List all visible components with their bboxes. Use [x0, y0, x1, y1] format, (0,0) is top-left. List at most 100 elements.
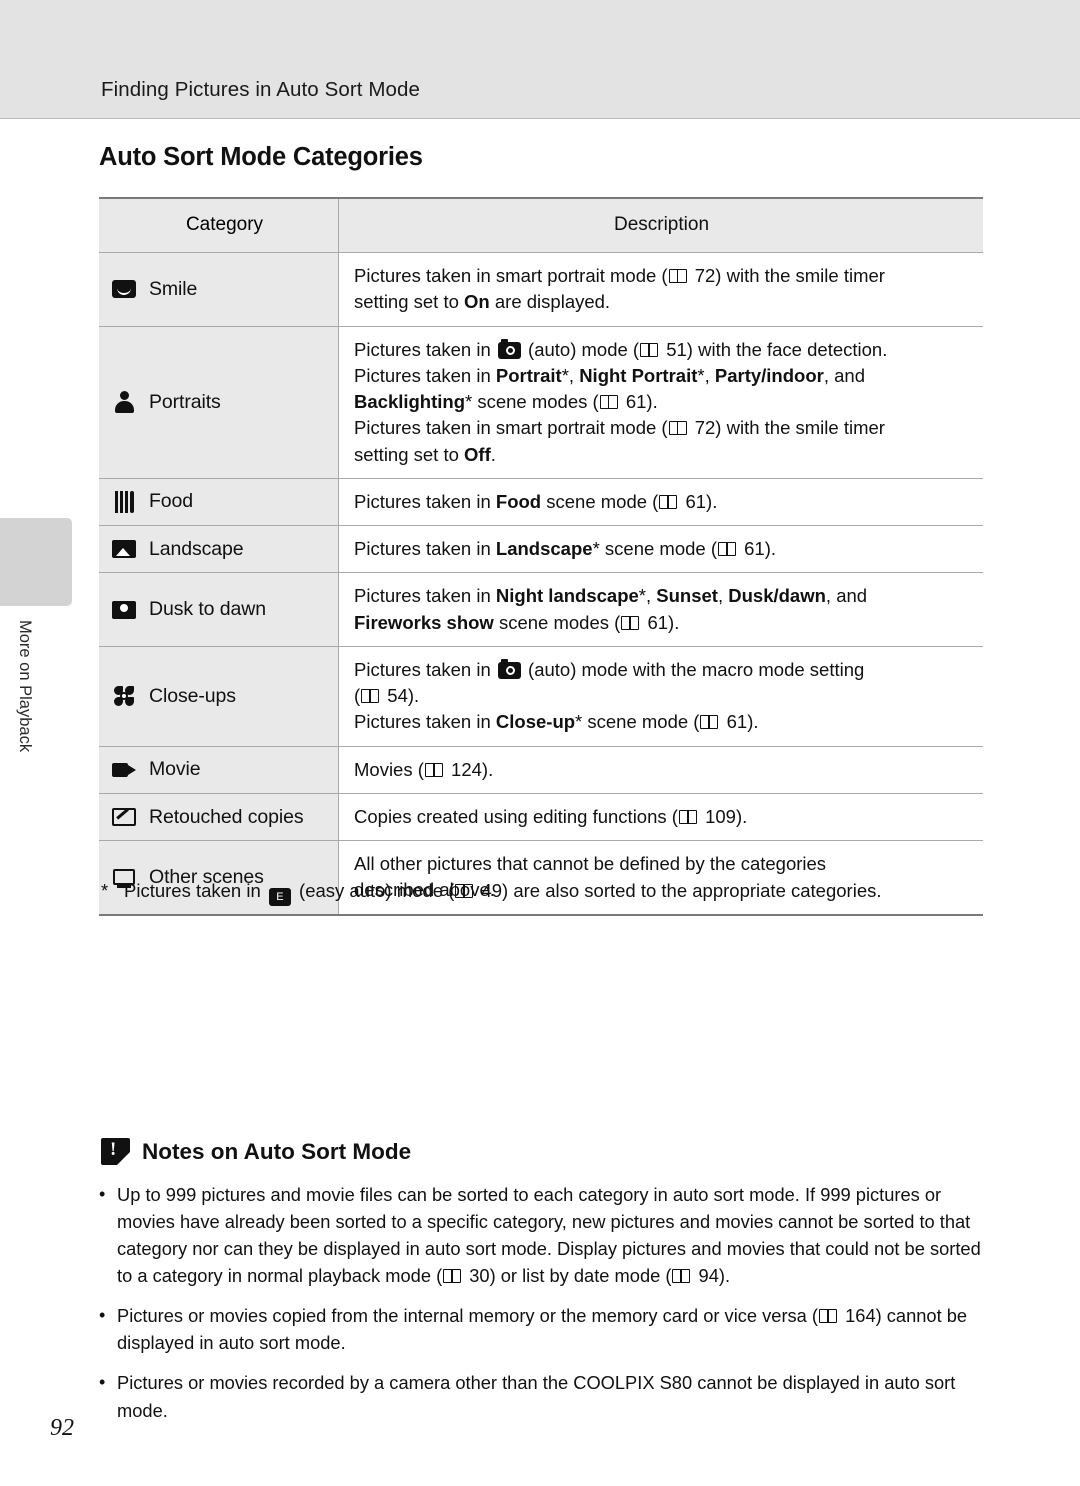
emphasis-text: On	[464, 291, 490, 313]
table-row: Food Pictures taken in Food scene mode ( …	[99, 478, 983, 527]
bullet-marker: •	[99, 1184, 106, 1204]
table-cell-category: Movie	[99, 746, 339, 793]
document-page: Finding Pictures in Auto Sort Mode More …	[0, 0, 1080, 1486]
page-number: 92	[50, 1415, 74, 1441]
description-line: Pictures taken in smart portrait mode ( …	[354, 417, 885, 439]
description-line: Copies created using editing functions (…	[354, 805, 748, 827]
caution-icon	[101, 1138, 130, 1165]
side-tab-label: More on Playback	[16, 620, 34, 753]
landscape-icon	[111, 537, 137, 561]
note-bullet: • Up to 999 pictures and movie files can …	[99, 1181, 989, 1289]
description-line: Fireworks show scene modes ( 61).	[354, 611, 680, 633]
table-row: Movie Movies ( 124).	[99, 746, 983, 794]
food-icon	[111, 490, 137, 514]
book-icon	[819, 1309, 838, 1324]
table-row: Portraits Pictures taken in (auto) mode (…	[99, 326, 983, 479]
category-label: Food	[149, 490, 194, 513]
retouched-copies-icon	[111, 805, 137, 829]
table-row: Landscape Pictures taken in Landscape* sc…	[99, 526, 983, 574]
category-label: Movie	[149, 758, 201, 781]
table-cell-description: Pictures taken in Landscape* scene mode …	[339, 526, 983, 573]
smile-icon	[111, 277, 137, 301]
book-icon	[678, 809, 698, 825]
emphasis-text: Night Portrait	[579, 364, 698, 386]
notes-bullet-list: • Up to 999 pictures and movie files can …	[99, 1181, 989, 1437]
book-icon	[718, 542, 737, 557]
emphasis-text: Portrait	[495, 364, 562, 386]
book-icon	[443, 1269, 462, 1284]
emphasis-text: Off	[464, 443, 491, 465]
table-row: Close-ups Pictures taken in (auto) mode w…	[99, 646, 983, 747]
table-cell-category: Landscape	[99, 526, 339, 573]
description-line: Pictures taken in Close-up* scene mode (…	[354, 711, 759, 733]
table-header-row: Category Description	[99, 199, 983, 253]
bullet-marker: •	[99, 1372, 106, 1393]
table-cell-description: Pictures taken in smart portrait mode ( …	[339, 252, 983, 326]
table-footnote: * Pictures taken in E (easy auto) mode (…	[101, 878, 991, 906]
table-cell-description: Pictures taken in Night landscape*, Suns…	[339, 573, 983, 646]
book-icon	[659, 494, 678, 510]
table-cell-category: Food	[99, 478, 339, 526]
book-icon	[455, 884, 474, 899]
description-line: Pictures taken in Portrait*, Night Portr…	[354, 364, 865, 386]
section-title: Auto Sort Mode Categories	[99, 143, 423, 171]
portrait-icon	[111, 390, 137, 414]
book-icon	[700, 715, 719, 730]
side-tab-marker	[0, 518, 72, 606]
table-cell-category: Dusk to dawn	[99, 573, 339, 646]
book-icon	[668, 421, 688, 436]
bullet-text: Pictures or movies copied from the inter…	[117, 1305, 968, 1354]
description-line: Pictures taken in Night landscape*, Suns…	[354, 585, 868, 607]
bullet-marker: •	[99, 1305, 106, 1326]
notes-title: Notes on Auto Sort Mode	[142, 1138, 412, 1164]
book-icon	[668, 268, 688, 284]
table-cell-category: Close-ups	[99, 646, 339, 746]
description-line: ( 54).	[354, 685, 420, 707]
emphasis-text: Sunset	[656, 585, 718, 607]
description-line: Backlighting* scene modes ( 61).	[354, 391, 658, 413]
description-line: setting set to On are displayed.	[354, 291, 611, 313]
movie-icon	[111, 758, 137, 782]
table-row: Smile Pictures taken in smart portrait mo…	[99, 252, 983, 327]
table-cell-description: Pictures taken in (auto) mode ( 51) with…	[339, 326, 983, 478]
category-label: Dusk to dawn	[149, 598, 266, 621]
description-line: Pictures taken in smart portrait mode ( …	[354, 264, 885, 286]
header-cell-category: Category	[99, 199, 339, 252]
note-bullet: • Pictures or movies copied from the inte…	[99, 1302, 989, 1356]
table-cell-description: Copies created using editing functions (…	[339, 793, 983, 841]
description-line: All other pictures that cannot be define…	[354, 853, 827, 875]
camera-auto-icon	[497, 658, 521, 679]
description-line: Movies ( 124).	[354, 758, 494, 780]
description-line: Pictures taken in (auto) mode with the m…	[354, 658, 865, 680]
table-cell-category: Retouched copies	[99, 793, 339, 841]
description-line: Pictures taken in Landscape* scene mode …	[354, 538, 777, 560]
footnote-marker: *	[101, 880, 109, 901]
description-line: setting set to Off.	[354, 443, 496, 465]
book-icon	[599, 395, 619, 410]
emphasis-text: Night landscape	[495, 585, 639, 607]
easy-auto-icon: E	[268, 888, 291, 906]
emphasis-text: Close-up	[495, 711, 576, 733]
emphasis-text: Landscape	[495, 538, 593, 560]
book-icon	[672, 1269, 691, 1284]
book-icon	[621, 615, 640, 631]
bullet-text: Pictures or movies recorded by a camera …	[117, 1372, 956, 1421]
emphasis-text: Dusk/dawn	[728, 585, 826, 607]
table-cell-description: Pictures taken in Food scene mode ( 61).	[339, 478, 983, 526]
header-cell-description: Description	[339, 199, 983, 252]
table-row: Retouched copies Copies created using edi…	[99, 793, 983, 842]
category-label: Close-ups	[149, 684, 236, 707]
description-line: Pictures taken in Food scene mode ( 61).	[354, 490, 718, 512]
table-cell-description: Movies ( 124).	[339, 746, 983, 793]
table-cell-description: Pictures taken in (auto) mode with the m…	[339, 646, 983, 746]
bullet-text: Up to 999 pictures and movie files can b…	[117, 1184, 981, 1287]
close-ups-icon	[111, 684, 137, 708]
footnote-text: Pictures taken in E (easy auto) mode ( 4…	[101, 878, 991, 906]
category-label: Retouched copies	[149, 805, 304, 828]
table-row: Dusk to dawn Pictures taken in Night land…	[99, 573, 983, 647]
camera-auto-icon	[497, 338, 521, 359]
emphasis-text: Party/indoor	[714, 364, 824, 386]
page-header-title: Finding Pictures in Auto Sort Mode	[101, 78, 421, 101]
description-line: Pictures taken in (auto) mode ( 51) with…	[354, 338, 888, 360]
notes-heading: Notes on Auto Sort Mode	[101, 1138, 411, 1165]
